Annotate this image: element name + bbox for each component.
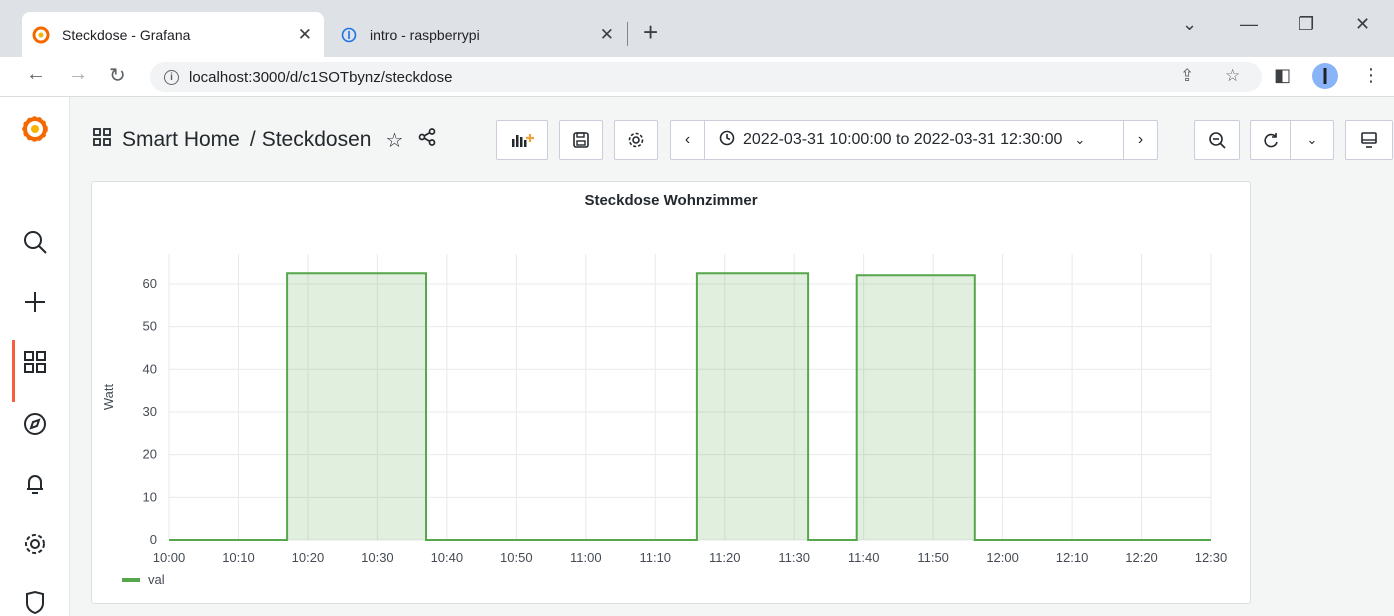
legend: val xyxy=(122,572,165,587)
y-tick-label: 10 xyxy=(143,489,157,504)
grafana-sidemenu xyxy=(0,97,70,616)
graph-panel[interactable]: Steckdose Wohnzimmer 10:00 10:10 10:20 10:3… xyxy=(91,181,1251,604)
x-tick-label: 11:10 xyxy=(639,550,671,565)
y-tick-label: 20 xyxy=(143,447,157,462)
x-tick-label: 10:50 xyxy=(500,550,533,565)
browser-tab-grafana[interactable]: Steckdose - Grafana ✕ xyxy=(22,12,324,57)
x-tick-label: 10:20 xyxy=(292,550,325,565)
reload-icon[interactable]: ↻ xyxy=(109,63,126,88)
bookmark-star-icon[interactable]: ☆ xyxy=(1225,66,1240,86)
zoom-out-icon xyxy=(1209,132,1226,149)
breadcrumb: Smart Home / Steckdosen ☆ xyxy=(92,127,437,153)
chart-svg: 10:00 10:10 10:20 10:30 10:40 10:50 11:00 11:10… xyxy=(101,254,1228,565)
y-tick-label: 40 xyxy=(143,361,157,376)
close-icon[interactable]: ✕ xyxy=(298,25,312,45)
search-icon[interactable] xyxy=(0,220,70,264)
shield-icon[interactable] xyxy=(0,580,70,616)
x-tick-label: 12:10 xyxy=(1056,550,1089,565)
time-shift-back-icon[interactable]: ‹ xyxy=(671,121,705,159)
settings-icon[interactable] xyxy=(0,522,70,566)
clock-icon xyxy=(719,130,735,151)
share-icon[interactable] xyxy=(417,127,437,153)
tv-mode-button[interactable] xyxy=(1345,120,1393,160)
alerting-icon[interactable] xyxy=(0,462,70,506)
tab-divider xyxy=(627,22,628,46)
breadcrumb-separator: / xyxy=(249,128,256,151)
add-panel-icon xyxy=(512,134,534,147)
close-icon[interactable]: ✕ xyxy=(600,25,614,45)
save-dashboard-button[interactable] xyxy=(559,120,603,160)
page-title: Steckdosen xyxy=(261,128,372,151)
gear-icon xyxy=(628,132,644,148)
dashboards-icon[interactable] xyxy=(0,340,70,402)
chevron-down-icon: ⌄ xyxy=(1074,132,1086,147)
x-tick-label: 12:30 xyxy=(1195,550,1228,565)
grafana-logo[interactable] xyxy=(0,107,70,151)
x-tick-label: 10:40 xyxy=(431,550,464,565)
legend-swatch xyxy=(122,577,140,582)
side-panel-icon[interactable]: ◧ xyxy=(1274,65,1291,86)
grafana-icon xyxy=(32,26,50,44)
more-menu-icon[interactable]: ⋮ xyxy=(1362,65,1380,86)
zoom-out-button[interactable] xyxy=(1194,120,1240,160)
dashboard-settings-button[interactable] xyxy=(614,120,658,160)
url-text: localhost:3000/d/c1SOTbynz/steckdose xyxy=(189,68,453,86)
close-window-icon[interactable]: ✕ xyxy=(1355,14,1370,35)
x-tick-label: 11:00 xyxy=(570,550,602,565)
y-tick-label: 30 xyxy=(143,404,157,419)
x-tick-label: 11:50 xyxy=(917,550,949,565)
explore-icon[interactable] xyxy=(0,402,70,446)
avatar[interactable] xyxy=(1311,62,1339,95)
site-info-icon[interactable]: i xyxy=(164,69,179,85)
address-bar[interactable]: i localhost:3000/d/c1SOTbynz/steckdose ⇪… xyxy=(150,62,1262,92)
info-circle-icon xyxy=(340,26,358,44)
x-tick-label: 11:30 xyxy=(778,550,810,565)
chevron-down-icon[interactable]: ⌄ xyxy=(1291,132,1333,148)
breadcrumb-folder[interactable]: Smart Home xyxy=(122,128,240,152)
tab-title: intro - raspberrypi xyxy=(370,26,480,43)
tab-search-chevron-icon[interactable]: ⌄ xyxy=(1182,14,1197,35)
new-tab-icon[interactable]: + xyxy=(643,19,658,45)
monitor-icon xyxy=(1361,132,1377,148)
y-tick-label: 0 xyxy=(150,532,157,547)
minimize-icon[interactable]: — xyxy=(1240,14,1258,35)
forward-arrow-icon[interactable]: → xyxy=(68,63,88,86)
x-tick-label: 12:20 xyxy=(1125,550,1158,565)
share-page-icon[interactable]: ⇪ xyxy=(1180,66,1194,86)
x-tick-label: 10:30 xyxy=(361,550,394,565)
y-tick-label: 60 xyxy=(143,276,157,291)
refresh-button[interactable]: ⌄ xyxy=(1250,120,1334,160)
tab-title: Steckdose - Grafana xyxy=(62,26,191,43)
browser-toolbar: ← → ↻ i localhost:3000/d/c1SOTbynz/steck… xyxy=(0,57,1394,97)
dashboard-grid-icon xyxy=(92,127,112,153)
back-arrow-icon[interactable]: ← xyxy=(26,63,46,86)
plus-icon[interactable] xyxy=(0,280,70,324)
browser-tabstrip: Steckdose - Grafana ✕ intro - raspberryp… xyxy=(0,0,1394,57)
refresh-icon[interactable] xyxy=(1251,121,1291,159)
series-area-val xyxy=(169,273,1211,540)
time-range-label: 2022-03-31 10:00:00 to 2022-03-31 12:30:… xyxy=(743,131,1063,148)
y-tick-label: 50 xyxy=(143,319,157,334)
star-icon[interactable]: ☆ xyxy=(385,128,403,153)
time-shift-forward-icon[interactable]: › xyxy=(1123,121,1157,159)
x-tick-label: 12:00 xyxy=(986,550,1019,565)
x-tick-label: 11:20 xyxy=(709,550,741,565)
restore-icon[interactable]: ❐ xyxy=(1298,14,1314,35)
x-tick-label: 10:10 xyxy=(222,550,255,565)
save-icon xyxy=(573,132,589,148)
x-tick-label: 11:40 xyxy=(848,550,880,565)
add-panel-button[interactable] xyxy=(496,120,548,160)
y-axis-label: Watt xyxy=(101,383,116,410)
legend-label[interactable]: val xyxy=(148,572,165,587)
x-tick-label: 10:00 xyxy=(153,550,186,565)
browser-tab-intro[interactable]: intro - raspberrypi ✕ xyxy=(330,12,626,57)
time-picker[interactable]: ‹ 2022-03-31 10:00:00 to 2022-03-31 12:3… xyxy=(670,120,1158,160)
